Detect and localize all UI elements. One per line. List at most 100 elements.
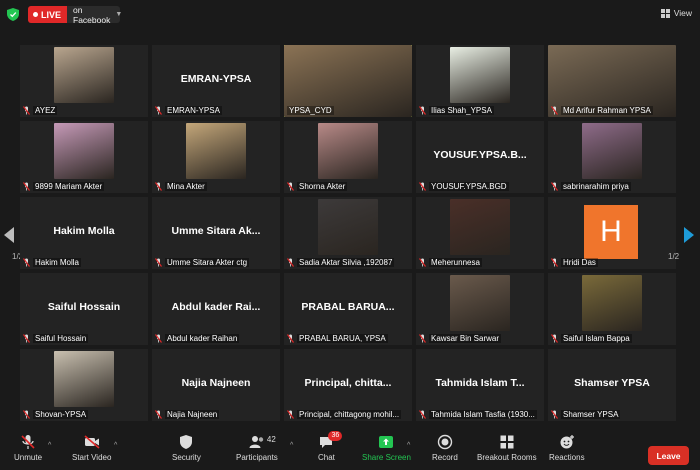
page-indicator-right: 1/2	[668, 252, 680, 261]
share-options-caret[interactable]: ^	[407, 442, 410, 449]
participant-name: Shorna Akter	[297, 182, 348, 191]
participant-tile[interactable]: sabrinarahim priya	[548, 121, 676, 193]
participants-icon: 42	[249, 434, 276, 450]
participant-tile[interactable]: Kawsar Bin Sarwar	[416, 273, 544, 345]
participant-name-label: Umme Sitara Akter ctg	[155, 258, 250, 267]
participant-tile[interactable]: Principal, chitta... Principal, chittagon…	[284, 349, 412, 421]
security-button[interactable]: Security	[172, 434, 201, 462]
smiley-plus-icon	[560, 435, 574, 449]
participant-tile[interactable]: Mina Akter	[152, 121, 280, 193]
microphone-muted-icon	[23, 334, 30, 343]
participant-video	[582, 275, 642, 331]
reactions-button[interactable]: Reactions	[549, 434, 585, 462]
security-label: Security	[172, 453, 201, 462]
participant-video	[54, 47, 114, 103]
participant-video	[54, 123, 114, 179]
participant-tile[interactable]: 9899 Mariam Akter	[20, 121, 148, 193]
participant-name-label: Principal, chittagong mohil...	[287, 410, 402, 419]
participant-tile[interactable]: Shamser YPSA Shamser YPSA	[548, 349, 676, 421]
participant-tile[interactable]: Shorna Akter	[284, 121, 412, 193]
leave-meeting-button[interactable]: Leave	[648, 446, 689, 465]
participant-tile[interactable]: Umme Sitara Ak... Umme Sitara Akter ctg	[152, 197, 280, 269]
audio-options-caret[interactable]: ^	[48, 442, 51, 449]
participants-label: Participants	[236, 453, 278, 462]
participant-name: Md Arifur Rahman YPSA	[561, 106, 653, 115]
participant-name: Principal, chittagong mohil...	[297, 410, 402, 419]
participant-tile[interactable]: Shovan-YPSA	[20, 349, 148, 421]
next-page-button[interactable]	[680, 205, 698, 263]
grid-view-icon	[660, 8, 670, 18]
meeting-toolbar: Unmute ^ Start Video ^ Security 42 Parti…	[0, 431, 700, 470]
participant-name-label: YOUSUF.YPSA.BGD	[419, 182, 509, 191]
participant-video	[318, 123, 378, 179]
avatar-initial: H	[600, 215, 622, 248]
participant-display-name: Tahmida Islam T...	[435, 377, 525, 389]
view-button[interactable]: View	[660, 8, 692, 18]
participant-tile[interactable]: Najia Najneen Najia Najneen	[152, 349, 280, 421]
participant-tile[interactable]: Hakim Molla Hakim Molla	[20, 197, 148, 269]
microphone-muted-icon	[287, 334, 294, 343]
participant-name-label: Kawsar Bin Sarwar	[419, 334, 502, 343]
participants-button[interactable]: 42 Participants	[236, 434, 278, 462]
participant-avatar: H	[584, 205, 638, 259]
participant-tile[interactable]: H Hridi Das	[548, 197, 676, 269]
share-screen-button[interactable]: Share Screen	[362, 434, 411, 462]
start-video-button[interactable]: Start Video	[72, 434, 111, 462]
participant-name: Hridi Das	[561, 258, 598, 267]
security-shield-icon[interactable]	[7, 8, 19, 21]
video-options-caret[interactable]: ^	[114, 442, 117, 449]
breakout-rooms-button[interactable]: Breakout Rooms	[477, 434, 537, 462]
participants-options-caret[interactable]: ^	[290, 442, 293, 449]
chat-unread-badge: 36	[328, 431, 343, 441]
participant-name: Shamser YPSA	[561, 410, 621, 419]
microphone-muted-icon	[419, 410, 426, 419]
microphone-muted-icon	[23, 106, 30, 115]
participant-tile[interactable]: YPSA_CYD	[284, 45, 412, 117]
reactions-label: Reactions	[549, 453, 585, 462]
participant-name: PRABAL BARUA, YPSA	[297, 334, 388, 343]
participant-name-label: Saiful Hossain	[23, 334, 89, 343]
view-label: View	[673, 8, 692, 18]
microphone-muted-icon	[419, 334, 426, 343]
participant-name-label: Sadia Aktar Silvia ,192087	[287, 258, 395, 267]
participant-name-label: Ilias Shah_YPSA	[419, 106, 494, 115]
participant-tile[interactable]: AYEZ	[20, 45, 148, 117]
record-button[interactable]: Record	[432, 434, 458, 462]
participant-tile[interactable]: Abdul kader Rai... Abdul kader Raihan	[152, 273, 280, 345]
participant-name: Saiful Islam Bappa	[561, 334, 632, 343]
participant-name: Sadia Aktar Silvia ,192087	[297, 258, 395, 267]
microphone-muted-icon	[21, 435, 35, 449]
participant-display-name: PRABAL BARUA...	[301, 301, 395, 313]
microphone-muted-icon	[155, 258, 162, 267]
participant-name-label: Shamser YPSA	[551, 410, 621, 419]
participant-tile[interactable]: Meherunnesa	[416, 197, 544, 269]
participant-tile[interactable]: EMRAN-YPSA EMRAN-YPSA	[152, 45, 280, 117]
live-stream-status[interactable]: LIVE on Facebook ▼	[28, 5, 123, 25]
microphone-muted-icon	[419, 258, 426, 267]
participant-tile[interactable]: Ilias Shah_YPSA	[416, 45, 544, 117]
chevron-down-icon: ▼	[115, 11, 123, 18]
participant-name-label: AYEZ	[23, 106, 58, 115]
unmute-button[interactable]: Unmute	[14, 434, 42, 462]
unmute-label: Unmute	[14, 453, 43, 462]
participant-display-name: Umme Sitara Ak...	[171, 225, 261, 237]
participant-video	[186, 123, 246, 179]
microphone-muted-icon	[551, 334, 558, 343]
participant-name-label: Tahmida Islam Tasfia (1930...	[419, 410, 537, 419]
chat-button[interactable]: 36 Chat	[318, 431, 343, 462]
participant-name: Tahmida Islam Tasfia (1930...	[429, 410, 537, 419]
participant-tile[interactable]: YOUSUF.YPSA.B... YOUSUF.YPSA.BGD	[416, 121, 544, 193]
microphone-muted-icon	[155, 182, 162, 191]
microphone-muted-icon	[287, 258, 294, 267]
participant-tile[interactable]: Saiful Hossain Saiful Hossain	[20, 273, 148, 345]
participant-tile[interactable]: Sadia Aktar Silvia ,192087	[284, 197, 412, 269]
participant-name-label: PRABAL BARUA, YPSA	[287, 334, 388, 343]
participant-display-name: Najia Najneen	[181, 377, 251, 389]
share-screen-icon	[379, 436, 394, 448]
participant-tile[interactable]: Md Arifur Rahman YPSA	[548, 45, 676, 117]
participant-name-label: Hakim Molla	[23, 258, 82, 267]
participant-tile[interactable]: PRABAL BARUA... PRABAL BARUA, YPSA	[284, 273, 412, 345]
participant-tile[interactable]: Tahmida Islam T... Tahmida Islam Tasfia (…	[416, 349, 544, 421]
participant-tile[interactable]: Saiful Islam Bappa	[548, 273, 676, 345]
microphone-muted-icon	[23, 258, 30, 267]
